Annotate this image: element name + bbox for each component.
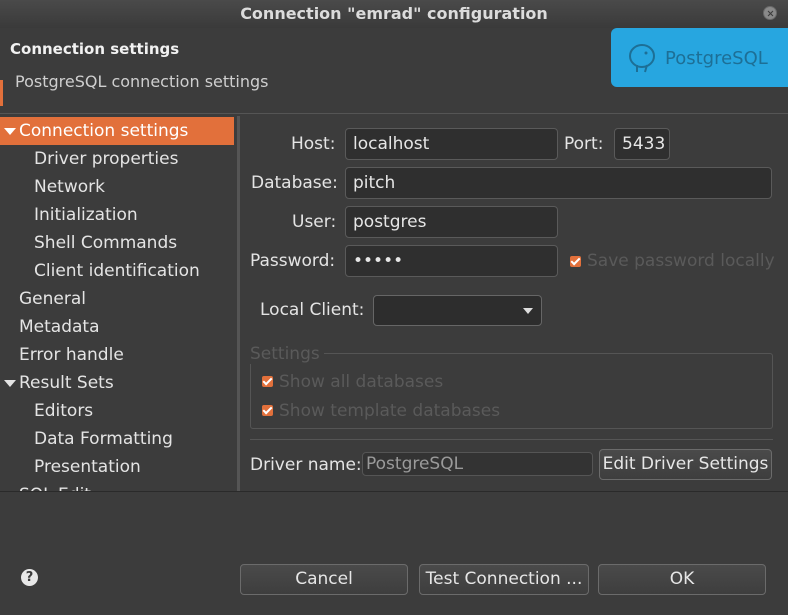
nav-item-label: General — [19, 289, 86, 309]
driver-name-label: Driver name: — [250, 455, 362, 475]
show-template-databases-label: Show template databases — [279, 401, 501, 421]
chevron-down-icon — [523, 308, 533, 314]
password-label: Password: — [250, 251, 336, 271]
show-all-databases-checkbox[interactable] — [262, 376, 273, 387]
nav-item-label: Error handle — [19, 345, 124, 365]
nav-item-client-identification[interactable]: Client identification — [0, 257, 234, 285]
expand-triangle-icon[interactable] — [4, 128, 16, 135]
elephant-icon — [629, 44, 655, 73]
host-label: Host: — [291, 134, 336, 154]
nav-item-editors[interactable]: Editors — [0, 397, 234, 425]
nav-item-label: SQL Edit... — [19, 481, 107, 491]
nav-item-sql-editor[interactable]: SQL Edit... — [0, 481, 234, 491]
show-all-databases-label: Show all databases — [279, 372, 444, 392]
nav-item-label: Presentation — [34, 457, 141, 477]
nav-item-label: Metadata — [19, 317, 100, 337]
dialog-header: Connection settings PostgreSQL connectio… — [0, 28, 788, 114]
nav-item-label: Data Formatting — [34, 429, 173, 449]
host-input[interactable]: localhost — [345, 128, 558, 160]
nav-item-general[interactable]: General — [0, 285, 234, 313]
form-divider — [250, 439, 773, 440]
settings-nav-tree: Connection settings Driver properties Ne… — [0, 116, 238, 491]
password-input[interactable]: ••••• — [345, 245, 558, 277]
nav-item-initialization[interactable]: Initialization — [0, 201, 234, 229]
expand-triangle-icon[interactable] — [4, 380, 16, 387]
nav-item-label: Driver properties — [34, 149, 179, 169]
driver-name-field: PostgreSQL — [362, 452, 593, 476]
nav-item-connection-settings[interactable]: Connection settings — [0, 117, 234, 145]
nav-item-label: Shell Commands — [34, 233, 178, 253]
window-title: Connection "emrad" configuration — [240, 4, 548, 23]
database-label: Database: — [251, 173, 338, 193]
test-connection-button[interactable]: Test Connection ... — [419, 564, 589, 595]
footer-divider — [0, 491, 788, 492]
nav-item-presentation[interactable]: Presentation — [0, 453, 234, 481]
header-divider — [0, 113, 788, 114]
nav-item-data-formatting[interactable]: Data Formatting — [0, 425, 234, 453]
ok-button[interactable]: OK — [598, 564, 766, 595]
help-icon[interactable]: ? — [21, 569, 38, 586]
nav-item-label: Client identification — [34, 261, 200, 281]
nav-item-label: Editors — [34, 401, 94, 421]
settings-group-label: Settings — [250, 344, 324, 364]
save-password-checkbox[interactable] — [570, 256, 581, 267]
nav-item-shell-commands[interactable]: Shell Commands — [0, 229, 234, 257]
cancel-button[interactable]: Cancel — [240, 564, 408, 595]
edit-driver-settings-button[interactable]: Edit Driver Settings — [599, 449, 772, 480]
user-label: User: — [292, 212, 337, 232]
nav-item-driver-properties[interactable]: Driver properties — [0, 145, 234, 173]
local-client-label: Local Client: — [260, 300, 365, 320]
title-bar: Connection "emrad" configuration — [0, 0, 788, 29]
nav-splitter[interactable] — [237, 116, 240, 491]
postgresql-logo: PostgreSQL — [611, 28, 788, 87]
header-subtitle: PostgreSQL connection settings — [15, 72, 269, 91]
connection-config-dialog: Connection "emrad" configuration Connect… — [0, 0, 788, 615]
show-template-databases-checkbox[interactable] — [262, 405, 273, 416]
database-input[interactable]: pitch — [345, 167, 772, 199]
logo-text: PostgreSQL — [665, 48, 768, 69]
nav-item-label: Network — [34, 177, 105, 197]
nav-item-label: Connection settings — [19, 121, 189, 141]
user-input[interactable]: postgres — [345, 206, 558, 238]
nav-item-label: Result Sets — [19, 373, 114, 393]
header-accent-bar — [0, 80, 3, 106]
port-input[interactable]: 5433 — [614, 128, 670, 160]
nav-item-error-handle[interactable]: Error handle — [0, 341, 234, 369]
nav-item-result-sets[interactable]: Result Sets — [0, 369, 234, 397]
nav-item-label: Initialization — [34, 205, 138, 225]
close-icon[interactable] — [763, 6, 777, 20]
header-title: Connection settings — [10, 40, 180, 58]
local-client-select[interactable] — [373, 295, 542, 326]
port-label: Port: — [564, 134, 604, 154]
nav-item-metadata[interactable]: Metadata — [0, 313, 234, 341]
save-password-label: Save password locally — [587, 251, 775, 271]
nav-item-network[interactable]: Network — [0, 173, 234, 201]
